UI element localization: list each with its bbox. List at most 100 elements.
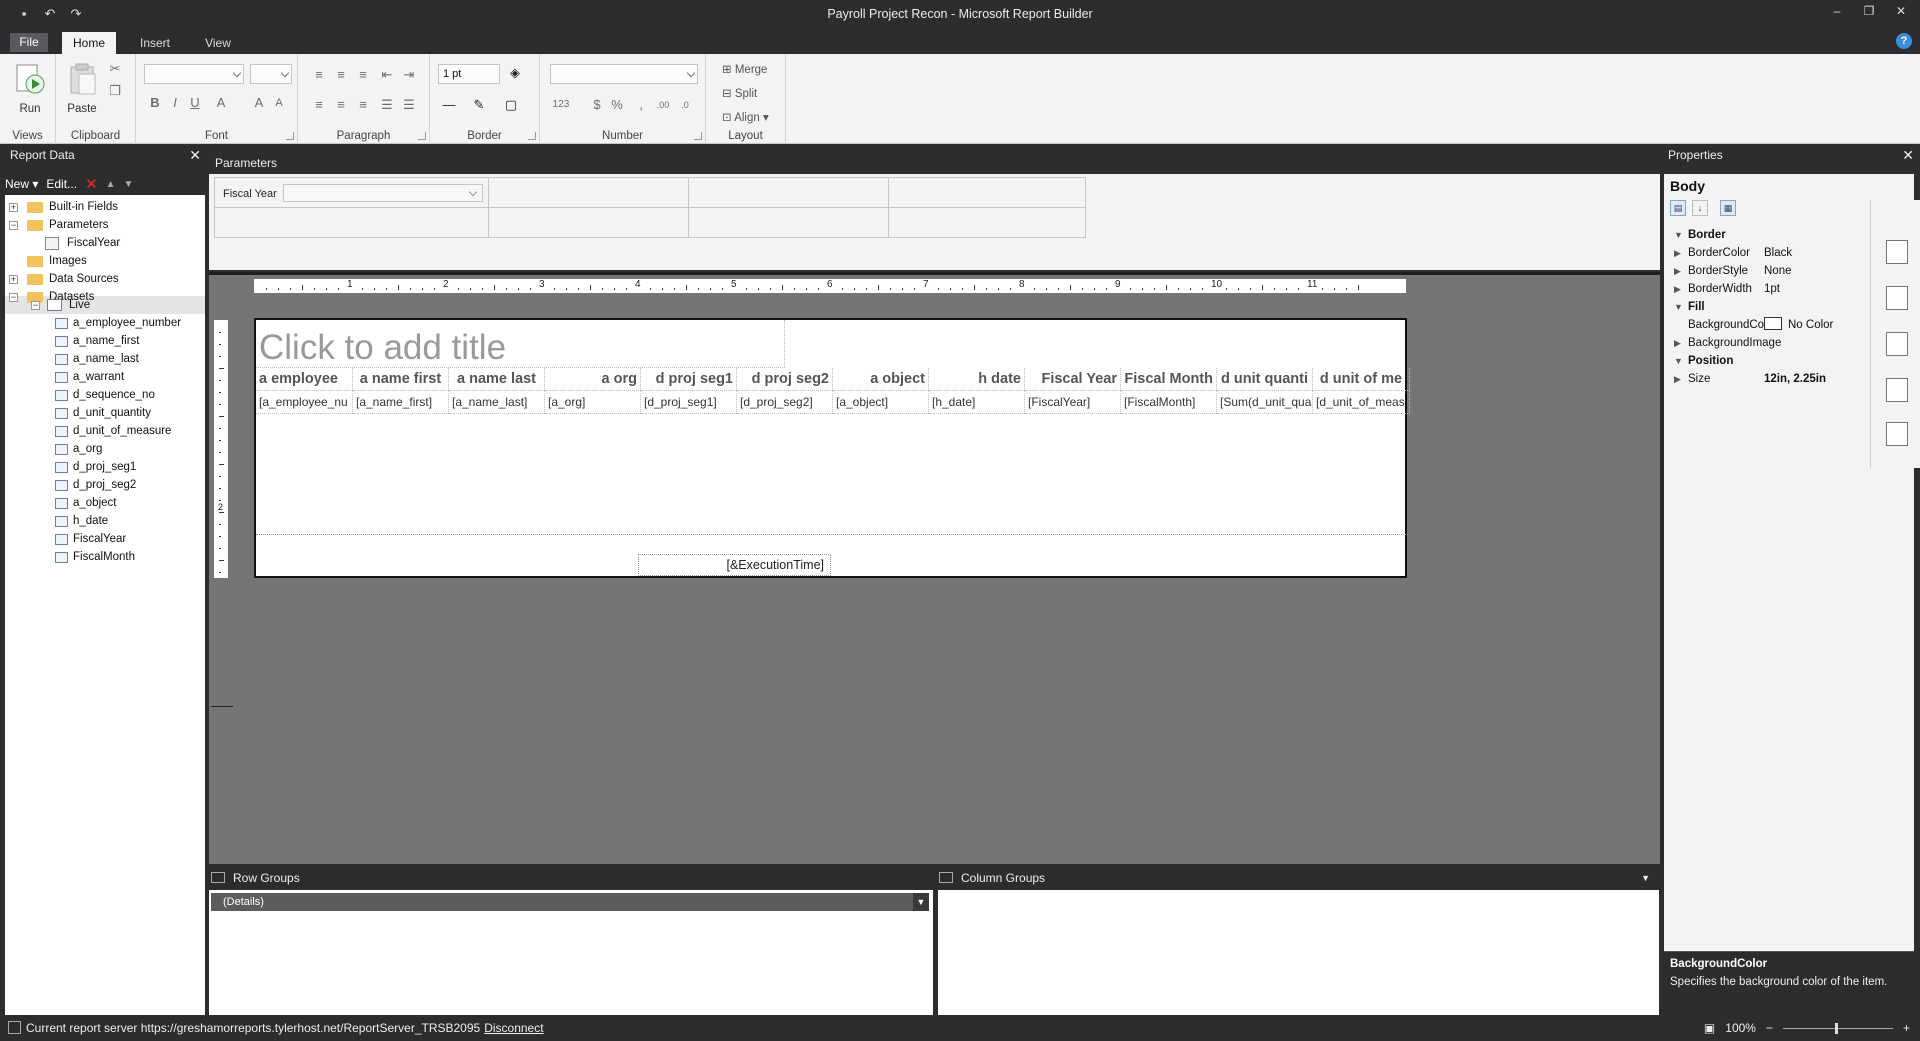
column-header[interactable]: d proj seg1 <box>641 368 737 391</box>
align-left-icon[interactable]: ≡ <box>310 96 328 114</box>
tab-view[interactable]: View <box>196 32 240 54</box>
parameter-cell[interactable] <box>215 208 489 237</box>
underline-icon[interactable]: U <box>186 94 204 112</box>
tree-node-field[interactable]: a_warrant <box>9 368 199 386</box>
font-launcher-icon[interactable] <box>286 132 294 140</box>
tree-node-field[interactable]: a_employee_number <box>9 314 199 332</box>
design-surface[interactable]: 1 2 3 4 5 6 7 8 9 10 11 2 Click to add title a emp… <box>209 272 1660 864</box>
tree-node-field[interactable]: a_name_last <box>9 350 199 368</box>
zoom-slider[interactable] <box>1782 1022 1893 1034</box>
parameter-cell[interactable] <box>489 208 689 237</box>
number-format-combo[interactable] <box>550 64 698 84</box>
expand-icon[interactable]: + <box>9 203 18 212</box>
column-header[interactable]: Fiscal Month <box>1121 368 1217 391</box>
tab-home[interactable]: Home <box>62 32 116 54</box>
border-width-combo[interactable]: 1 pt <box>438 64 500 84</box>
percent-icon[interactable]: % <box>608 96 626 114</box>
detail-cell[interactable]: [d_proj_seg1] <box>641 391 737 414</box>
placeholder-styles-icon[interactable]: 123 <box>552 96 570 114</box>
fill-color-icon[interactable]: ◈ <box>506 64 524 82</box>
detail-cell[interactable]: [FiscalMonth] <box>1121 391 1217 414</box>
publish-icon[interactable] <box>1886 286 1908 310</box>
execution-time-textbox[interactable]: [&ExecutionTime] <box>638 554 831 576</box>
parameter-cell[interactable] <box>489 178 689 208</box>
grow-font-icon[interactable]: A <box>250 94 268 112</box>
tree-node-field[interactable]: FiscalMonth <box>9 548 199 566</box>
paste-button[interactable]: Paste <box>62 62 102 115</box>
tree-node-parameters[interactable]: − Parameters <box>9 216 199 234</box>
column-header[interactable]: a employee <box>256 368 353 391</box>
font-family-combo[interactable] <box>144 64 244 84</box>
tab-insert[interactable]: Insert <box>133 32 177 54</box>
run-button[interactable]: Run <box>10 62 50 115</box>
new-button[interactable]: New ▾ <box>5 177 38 191</box>
detail-cell[interactable]: [a_object] <box>833 391 929 414</box>
edit-button[interactable]: Edit... <box>46 177 77 191</box>
column-header[interactable]: a name first <box>353 368 449 391</box>
tree-node-field[interactable]: a_object <box>9 494 199 512</box>
text-tool-icon[interactable] <box>1886 422 1908 446</box>
detail-cell[interactable]: [a_name_first] <box>353 391 449 414</box>
detail-cell[interactable]: [h_date] <box>929 391 1025 414</box>
tree-node-data-sources[interactable]: + Data Sources <box>9 270 199 288</box>
column-header[interactable]: Fiscal Year <box>1025 368 1121 391</box>
delete-icon[interactable]: ✕ <box>85 175 98 193</box>
categorized-icon[interactable]: ▤ <box>1670 200 1686 216</box>
detail-cell[interactable]: [Sum(d_unit_qua <box>1217 391 1313 414</box>
copy-icon[interactable]: ❐ <box>106 82 124 100</box>
tree-node-field[interactable]: a_name_first <box>9 332 199 350</box>
detail-cell[interactable]: [d_unit_of_meas <box>1313 391 1410 414</box>
detail-cell[interactable]: [a_name_last] <box>449 391 545 414</box>
column-header[interactable]: a org <box>545 368 641 391</box>
report-body[interactable]: Click to add title a employee a name firs… <box>254 318 1410 578</box>
collapse-icon[interactable]: − <box>9 221 18 230</box>
tree-node-field[interactable]: d_proj_seg2 <box>9 476 199 494</box>
disconnect-link[interactable]: Disconnect <box>484 1021 543 1035</box>
close-properties-icon[interactable]: ✕ <box>1902 144 1914 166</box>
tree-node-fiscalyear-param[interactable]: FiscalYear <box>9 234 199 252</box>
chevron-down-icon[interactable]: ▼ <box>1641 868 1650 888</box>
parameter-cell[interactable] <box>689 178 889 208</box>
bold-icon[interactable]: B <box>146 94 164 112</box>
font-color-icon[interactable]: A <box>212 94 230 112</box>
fiscal-year-dropdown[interactable] <box>283 184 483 202</box>
detail-cell[interactable]: [FiscalYear] <box>1025 391 1121 414</box>
download-icon[interactable] <box>1886 332 1908 356</box>
parameter-cell[interactable] <box>689 208 889 237</box>
close-window-icon[interactable]: ✕ <box>1894 4 1908 18</box>
increase-decimal-icon[interactable]: .00 <box>654 96 672 114</box>
align-middle-icon[interactable]: ≡ <box>332 66 350 84</box>
border-style-icon[interactable]: — <box>440 96 458 114</box>
report-title-textbox[interactable]: Click to add title <box>256 320 785 368</box>
decrease-indent-icon[interactable]: ⇤ <box>378 66 396 84</box>
tree-node-field[interactable]: d_unit_of_measure <box>9 422 199 440</box>
tree-node-field[interactable]: h_date <box>9 512 199 530</box>
currency-icon[interactable]: $ <box>588 96 606 114</box>
align-top-icon[interactable]: ≡ <box>310 66 328 84</box>
zoom-slider-thumb[interactable] <box>1834 1022 1838 1034</box>
tree-node-field[interactable]: FiscalYear <box>9 530 199 548</box>
shrink-font-icon[interactable]: A <box>270 94 288 112</box>
border-launcher-icon[interactable] <box>528 132 536 140</box>
minimize-icon[interactable]: – <box>1830 4 1844 18</box>
detail-cell[interactable]: [a_org] <box>545 391 641 414</box>
tree-node-live-dataset[interactable]: − Live <box>9 296 199 314</box>
property-pages-icon[interactable]: ▦ <box>1720 200 1736 216</box>
align-button[interactable]: ⊡ Align ▾ <box>722 110 769 124</box>
paragraph-launcher-icon[interactable] <box>418 132 426 140</box>
font-size-combo[interactable] <box>250 64 292 84</box>
layers-icon[interactable] <box>1886 378 1908 402</box>
tree-node-field[interactable]: a_org <box>9 440 199 458</box>
increase-indent-icon[interactable]: ⇥ <box>400 66 418 84</box>
number-launcher-icon[interactable] <box>694 132 702 140</box>
column-header[interactable]: d proj seg2 <box>737 368 833 391</box>
collapse-icon[interactable]: − <box>31 301 40 310</box>
parameter-cell[interactable] <box>889 208 1085 237</box>
zoom-out-icon[interactable]: − <box>1766 1015 1773 1041</box>
cut-icon[interactable]: ✂ <box>106 60 124 78</box>
expand-icon[interactable]: + <box>9 275 18 284</box>
close-report-data-icon[interactable]: ✕ <box>189 144 201 166</box>
tree-node-images[interactable]: Images <box>9 252 199 270</box>
column-header[interactable]: a object <box>833 368 929 391</box>
tree-node-field[interactable]: d_proj_seg1 <box>9 458 199 476</box>
